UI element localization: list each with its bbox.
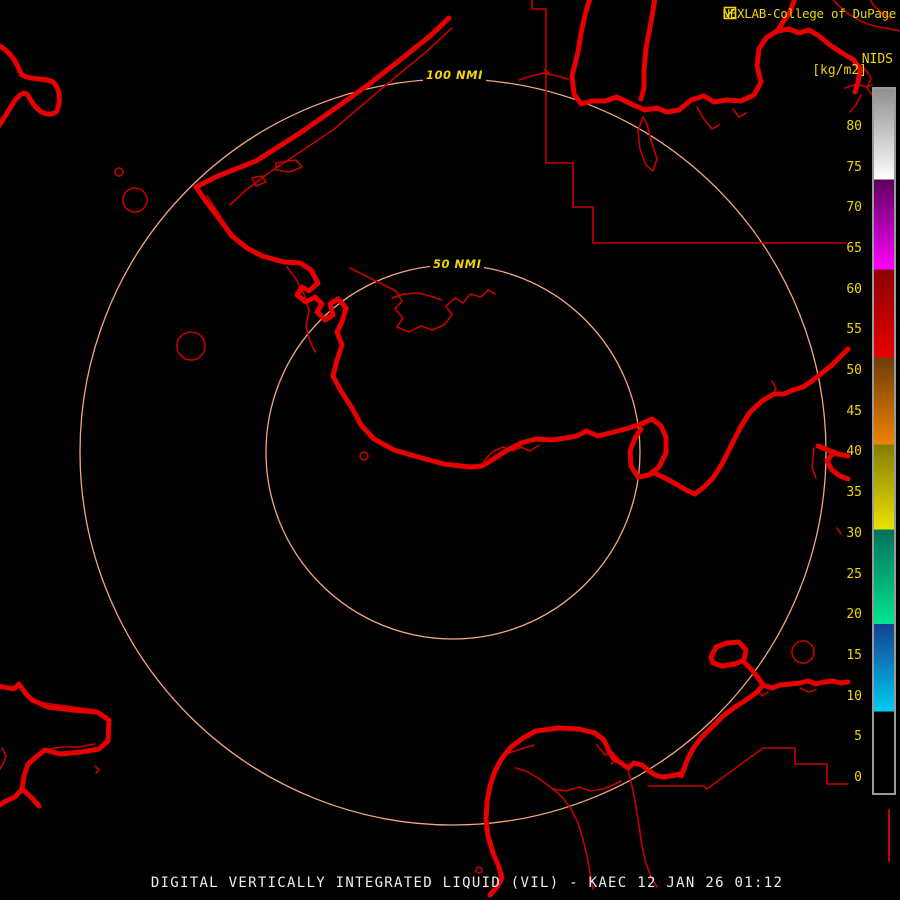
colorbar-tick-label: 30 — [846, 525, 862, 541]
colorbar-tick-label: 20 — [846, 607, 862, 623]
colorbar-tick-label: 15 — [846, 647, 862, 663]
colorbar-tick-label: 25 — [846, 566, 862, 582]
colorbar-tick-label: 5 — [854, 729, 862, 745]
island-outline — [176, 331, 206, 361]
range-ring-50nmi — [265, 264, 641, 640]
radar-display: 100 NMI 50 NMI NEXLAB-College of DuPage … — [0, 0, 900, 900]
map-outlines-thick — [0, 0, 863, 898]
colorbar-tick-label: 70 — [846, 200, 862, 216]
colorbar-tick-label: 80 — [846, 118, 862, 134]
colorbar-units: [kg/m2] — [812, 63, 867, 78]
map-outlines-thin — [0, 0, 900, 890]
colorbar-tick-label: 45 — [846, 403, 862, 419]
colorbar — [872, 87, 896, 795]
colorbar-tick-label: 35 — [846, 485, 862, 501]
colorbar-tick-label: 40 — [846, 444, 862, 460]
header-brand: NEXLAB-College of DuPage — [722, 6, 897, 21]
brand-label: NEXLAB-College of DuPage — [722, 6, 897, 21]
island-outline — [791, 640, 815, 664]
colorbar-tick-label: 55 — [846, 322, 862, 338]
range-ring-label-50nmi: 50 NMI — [430, 256, 485, 272]
college-of-dupage-window-icon — [723, 6, 736, 20]
range-ring-100nmi — [79, 78, 827, 826]
colorbar-tick-label: 0 — [854, 770, 862, 785]
island-outline — [359, 451, 369, 461]
island-outline — [475, 866, 483, 874]
range-rings — [79, 78, 827, 826]
colorbar-tick-label: 10 — [846, 688, 862, 704]
product-caption: DIGITAL VERTICALLY INTEGRATED LIQUID (VI… — [150, 875, 784, 891]
island-outline — [114, 167, 124, 177]
colorbar-tick-label: 75 — [846, 159, 862, 175]
colorbar-tick-label: 65 — [846, 241, 862, 257]
colorbar-tick-label: 50 — [846, 363, 862, 379]
colorbar-tick-label: 60 — [846, 281, 862, 297]
radar-map — [0, 0, 900, 898]
range-ring-label-100nmi: 100 NMI — [423, 67, 486, 83]
island-outline — [122, 187, 148, 213]
